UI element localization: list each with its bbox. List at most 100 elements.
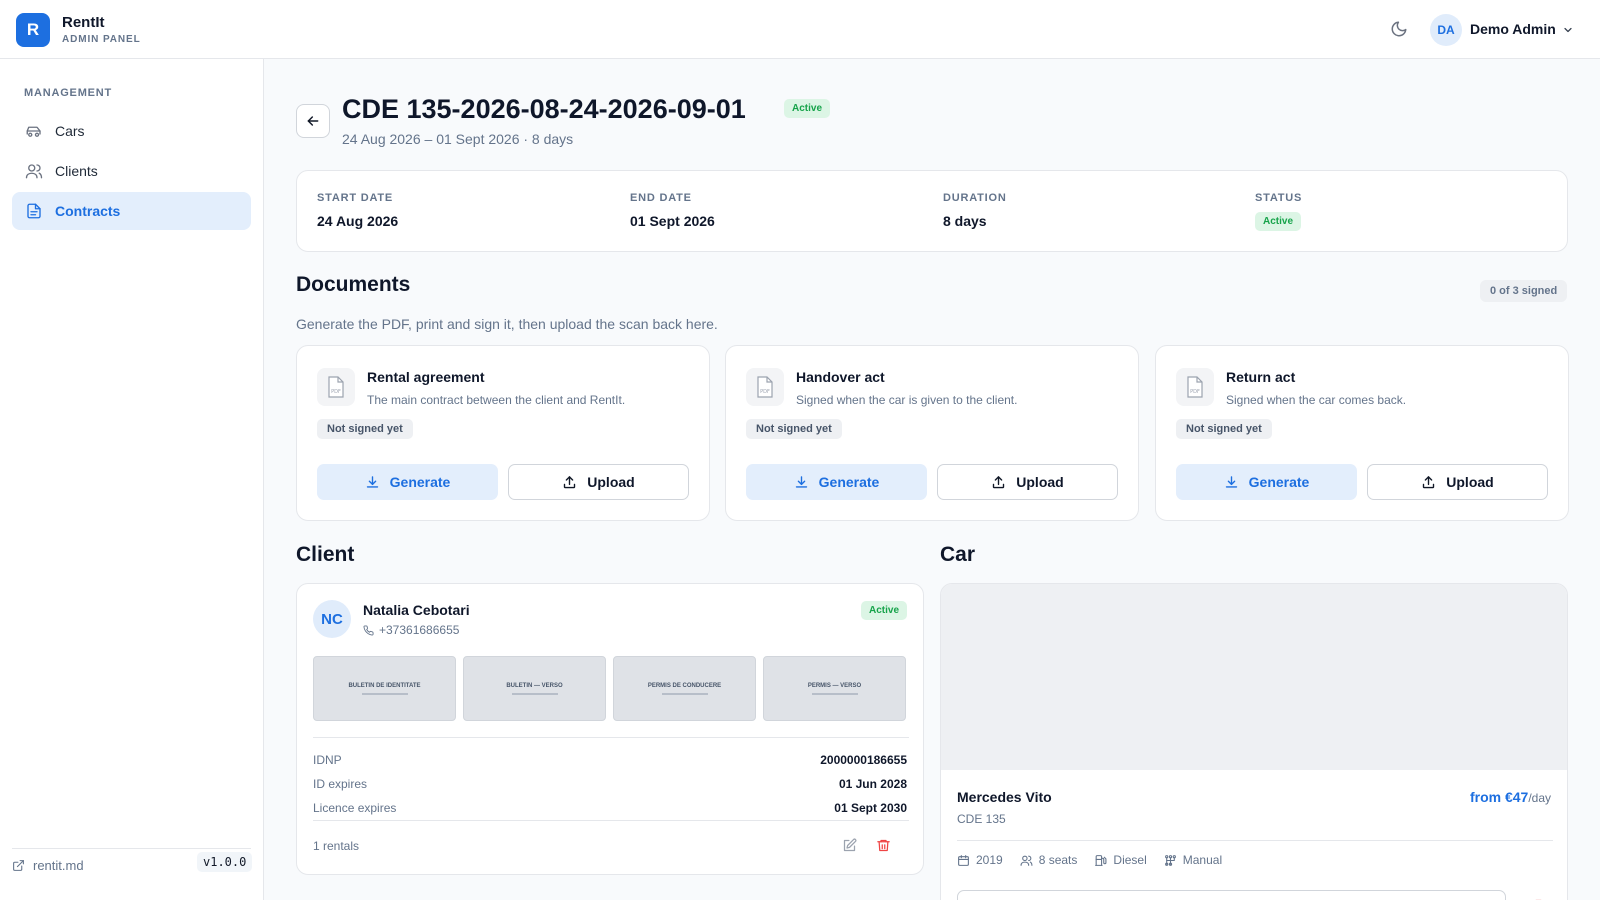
id-card-front-thumbnail[interactable]: BULETIN DE IDENTITATE (313, 656, 456, 721)
licence-expires-label: Licence expires (313, 801, 397, 815)
document-title: Handover act (796, 369, 885, 385)
divider (313, 737, 909, 738)
sidebar-section-label: MANAGEMENT (24, 87, 113, 99)
download-icon (794, 475, 819, 490)
thumbnail-caption: BULETIN DE IDENTITATE (348, 682, 421, 689)
upload-button[interactable]: Upload (508, 464, 689, 500)
trash-icon[interactable] (876, 838, 891, 853)
thumbnail-caption: BULETIN — VERSO (506, 682, 563, 689)
duration-value: 8 days (943, 213, 987, 229)
upload-icon (562, 475, 587, 490)
signed-count-badge: 0 of 3 signed (1480, 280, 1568, 302)
contract-summary-card: START DATE 24 Aug 2026 END DATE 01 Sept … (296, 170, 1568, 252)
sidebar-item-cars[interactable]: Cars (12, 112, 251, 150)
idnp-label: IDNP (313, 753, 342, 767)
brand-name: RentIt (62, 14, 105, 31)
phone-icon (363, 624, 379, 636)
sign-status-badge: Not signed yet (1176, 419, 1272, 439)
page-title: CDE 135-2026-08-24-2026-09-01 (342, 94, 746, 124)
start-date: START DATE 24 Aug 2026 (317, 192, 398, 229)
document-description: The main contract between the client and… (367, 393, 626, 407)
thumbnail-line (361, 692, 408, 695)
pdf-icon: PDF (317, 368, 355, 406)
top-bar: R RentIt ADMIN PANEL DA Demo Admin (0, 0, 1600, 59)
document-card-return-act: PDF Return act Signed when the car comes… (1155, 345, 1569, 521)
status-label: STATUS (1255, 192, 1303, 204)
client-status-badge: Active (860, 601, 907, 620)
document-description: Signed when the car is given to the clie… (796, 393, 1018, 407)
car-price-unit: /day (1528, 791, 1551, 805)
generate-button[interactable]: Generate (317, 464, 498, 500)
car-specs: 2019 8 seats Diesel Manual (957, 853, 1239, 867)
sidebar-footer-divider (12, 848, 251, 849)
thumbnail-line (811, 692, 858, 695)
car-transmission-value: Manual (1182, 853, 1223, 867)
fuel-icon (1094, 854, 1113, 867)
upload-label: Upload (1446, 474, 1494, 490)
sidebar-item-label: Contracts (55, 203, 121, 219)
generate-button[interactable]: Generate (746, 464, 927, 500)
generate-label: Generate (389, 474, 451, 490)
moon-icon[interactable] (1390, 20, 1408, 38)
client-name[interactable]: Natalia Cebotari (363, 602, 470, 618)
divider (313, 820, 909, 821)
sidebar-item-contracts[interactable]: Contracts (12, 192, 251, 230)
sidebar-item-clients[interactable]: Clients (12, 152, 251, 190)
status-badge: Active (784, 99, 831, 118)
generate-label: Generate (818, 474, 880, 490)
car-fuel-value: Diesel (1113, 853, 1147, 867)
sidebar-item-label: Cars (55, 123, 85, 139)
license-back-thumbnail[interactable]: PERMIS — VERSO (763, 656, 906, 721)
status: STATUS Active (1255, 192, 1302, 231)
brand-subtitle: ADMIN PANEL (62, 34, 141, 45)
download-icon (365, 475, 390, 490)
client-heading: Client (296, 543, 355, 566)
user-name[interactable]: Demo Admin (1470, 21, 1556, 37)
car-name[interactable]: Mercedes Vito (957, 789, 1052, 805)
app-logo[interactable]: R (16, 13, 50, 47)
version-badge: v1.0.0 (197, 852, 253, 872)
id-card-back-thumbnail[interactable]: BULETIN — VERSO (463, 656, 606, 721)
car-plate: CDE 135 (957, 812, 1006, 826)
client-card: NC Natalia Cebotari +37361686655 Active … (296, 583, 924, 875)
pdf-icon: PDF (746, 368, 784, 406)
svg-text:PDF: PDF (760, 389, 770, 395)
document-description: Signed when the car comes back. (1226, 393, 1407, 407)
client-phone: +37361686655 (363, 623, 459, 637)
end-date: END DATE 01 Sept 2026 (630, 192, 715, 229)
license-front-thumbnail[interactable]: PERMIS DE CONDUCERE (613, 656, 756, 721)
generate-button[interactable]: Generate (1176, 464, 1357, 500)
back-button[interactable] (296, 104, 330, 138)
document-title: Return act (1226, 369, 1296, 385)
thumbnail-line (661, 692, 708, 695)
car-action-button[interactable] (957, 890, 1506, 900)
arrow-left-icon (305, 113, 321, 129)
generate-label: Generate (1248, 474, 1310, 490)
sidebar-item-label: Clients (55, 163, 98, 179)
svg-text:PDF: PDF (1190, 389, 1200, 395)
client-avatar: NC (313, 600, 351, 638)
id-expires-value: 01 Jun 2028 (838, 777, 907, 791)
car-icon (25, 122, 55, 140)
upload-button[interactable]: Upload (1367, 464, 1548, 500)
user-avatar[interactable]: DA (1430, 14, 1462, 46)
document-title: Rental agreement (367, 369, 485, 385)
upload-button[interactable]: Upload (937, 464, 1118, 500)
users-icon (25, 162, 55, 180)
document-icon (25, 202, 55, 220)
upload-label: Upload (1016, 474, 1064, 490)
edit-icon[interactable] (842, 838, 857, 853)
duration-label: DURATION (943, 192, 1007, 204)
upload-label: Upload (587, 474, 635, 490)
website-link[interactable]: rentit.md (12, 858, 84, 873)
start-date-value: 24 Aug 2026 (317, 213, 399, 229)
duration: DURATION 8 days (943, 192, 1007, 229)
car-price: from €47/day (1470, 789, 1551, 805)
rentals-count: 1 rentals (313, 839, 360, 853)
chevron-down-icon[interactable] (1562, 24, 1574, 36)
pdf-icon: PDF (1176, 368, 1214, 406)
document-card-rental-agreement: PDF Rental agreement The main contract b… (296, 345, 710, 521)
end-date-label: END DATE (630, 192, 692, 204)
download-icon (1224, 475, 1249, 490)
document-card-handover-act: PDF Handover act Signed when the car is … (725, 345, 1139, 521)
